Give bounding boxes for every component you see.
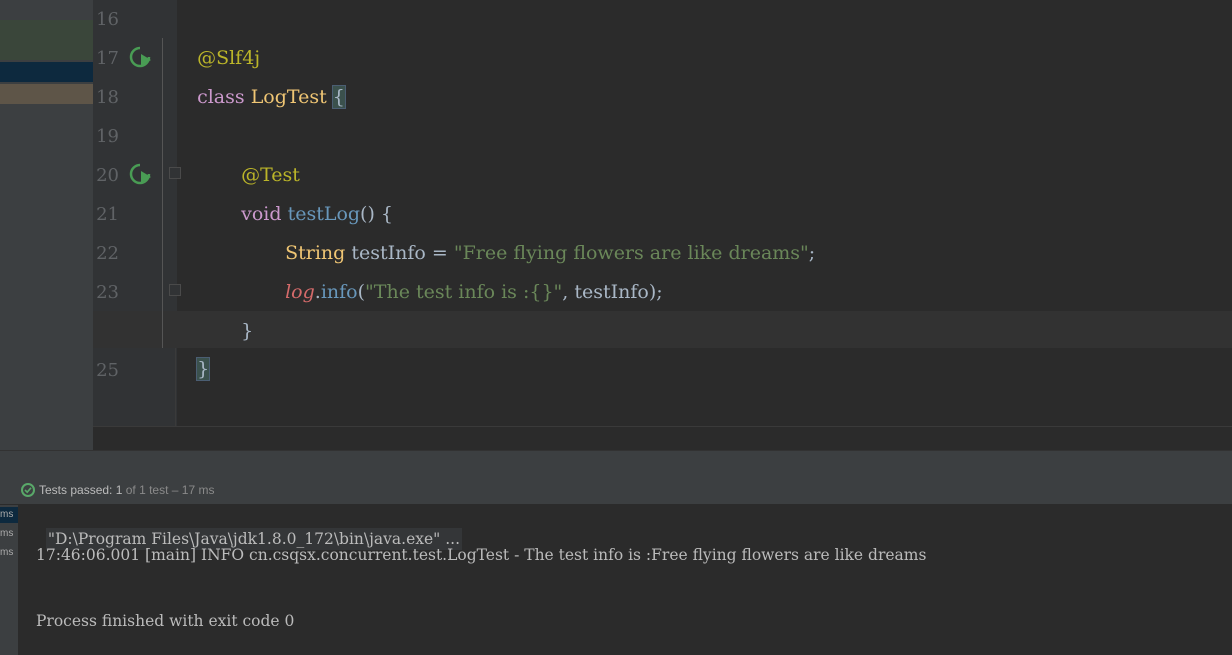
line-number: 18 — [96, 87, 119, 108]
project-row-highlight[interactable] — [0, 20, 93, 60]
line-number: 17 — [96, 48, 119, 69]
line-number: 21 — [96, 204, 119, 225]
current-line-highlight — [93, 311, 1232, 348]
line-number: 22 — [96, 243, 119, 264]
tests-passed-label: Tests passed: — [39, 483, 113, 497]
close-brace-class: } — [196, 357, 211, 381]
console-log-line: 17:46:06.001 [main] INFO cn.csqsx.concur… — [36, 546, 927, 564]
line-number: 19 — [96, 126, 119, 147]
code-line-19[interactable]: @Test — [229, 117, 300, 186]
code-line-16[interactable]: @Slf4j — [185, 0, 260, 69]
tests-total: of 1 test — [125, 483, 169, 497]
log-field: log — [285, 281, 315, 303]
test-status-text: Tests passed: 1 of 1 test – 17 ms — [39, 483, 214, 497]
tests-duration: – 17 ms — [171, 483, 215, 497]
tests-passed-count: 1 — [115, 483, 123, 497]
test-time: ms — [0, 528, 14, 539]
project-row-modified[interactable] — [0, 84, 93, 104]
keyword-class: class — [197, 86, 245, 108]
test-time: ms — [0, 547, 14, 558]
editor-scroll-area[interactable] — [93, 426, 1232, 451]
string-literal: "The test info is :{}" — [365, 281, 563, 303]
code-line-21[interactable]: String testInfo = "Free flying flowers a… — [273, 195, 815, 264]
line-number: 16 — [96, 9, 119, 30]
fold-marker-method[interactable] — [169, 167, 181, 179]
semicolon: ; — [808, 242, 816, 264]
test-time: ms — [0, 509, 14, 520]
method-info: info — [320, 281, 358, 303]
code-line-22[interactable]: log.info("The test info is :{}", testInf… — [273, 234, 663, 303]
line-number: 23 — [96, 282, 119, 303]
run-test-class-icon[interactable] — [127, 44, 153, 70]
indent-guide — [175, 348, 176, 426]
line-number: 25 — [96, 360, 119, 381]
panel-splitter[interactable] — [0, 450, 1232, 479]
project-row-selected[interactable] — [0, 62, 93, 82]
console-exit-line: Process finished with exit code 0 — [36, 612, 295, 630]
code-line-23[interactable]: } — [229, 273, 253, 342]
check-circle-icon — [21, 483, 35, 497]
code-line-20[interactable]: void testLog() { — [229, 156, 393, 225]
open-brace-class: { — [331, 85, 346, 109]
project-panel-strip — [0, 0, 93, 450]
close-brace-method: } — [241, 320, 254, 342]
class-name: LogTest — [250, 86, 327, 108]
run-test-method-icon[interactable] — [127, 161, 153, 187]
test-tree-panel: ms ms ms — [0, 505, 18, 655]
line-number: 20 — [96, 165, 119, 186]
code-line-24[interactable]: } — [185, 311, 211, 381]
fold-marker-method-end[interactable] — [169, 284, 181, 296]
code-line-17[interactable]: class LogTest { — [185, 39, 346, 109]
test-status-bar: Tests passed: 1 of 1 test – 17 ms — [0, 478, 1232, 505]
console-command-line[interactable]: "D:\Program Files\Java\jdk1.8.0_172\bin\… — [36, 512, 463, 550]
fold-guide-class — [162, 38, 163, 348]
open-paren: ( — [357, 281, 366, 303]
call-rest: , testInfo); — [562, 281, 663, 303]
